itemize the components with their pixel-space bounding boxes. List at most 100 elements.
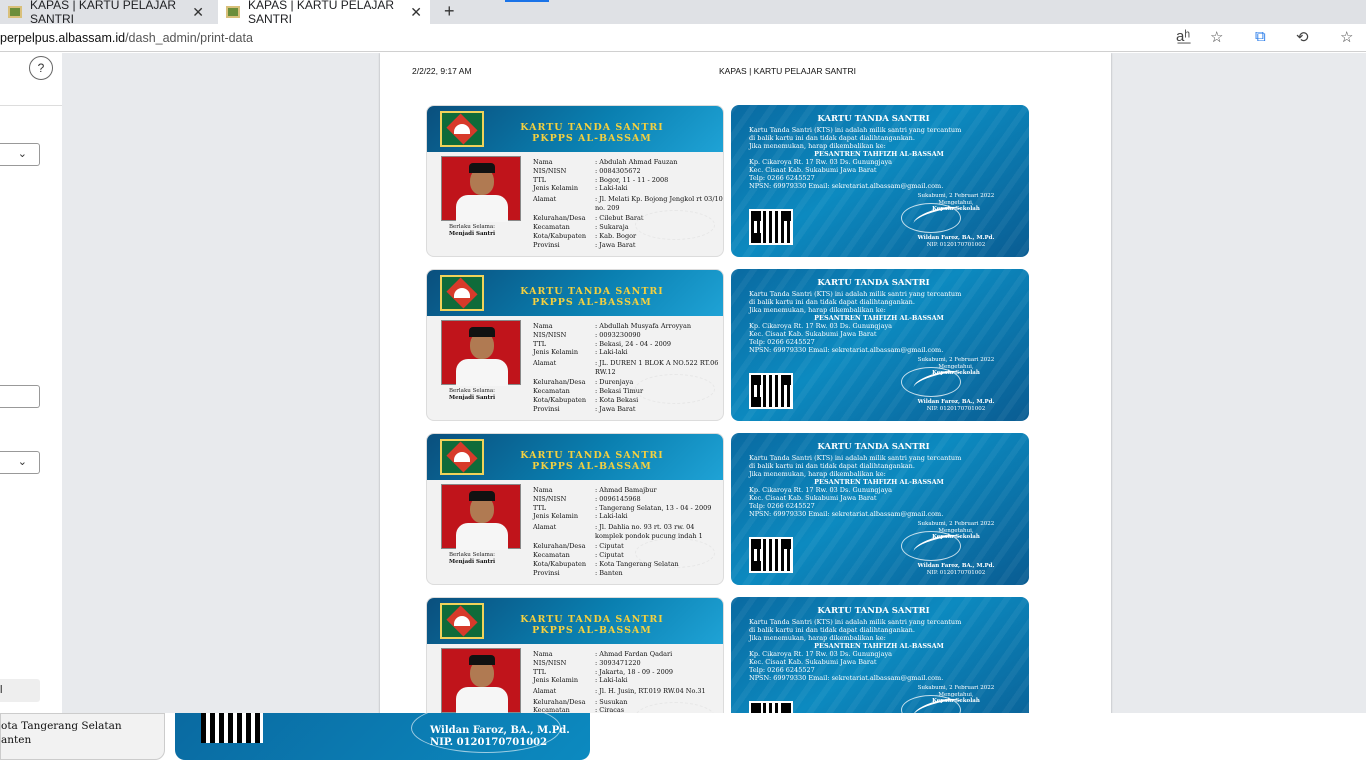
qr-code-icon: [749, 701, 793, 713]
signer-name: Wildan Faroz, BA., M.Pd.: [917, 235, 995, 241]
back-line: Jika menemukan, harap dikembalikan ke:: [749, 306, 886, 314]
student-card-front: KARTU TANDA SANTRI PKPPS AL-BASSAM Berla…: [426, 597, 724, 713]
info-row-alamat: Alamat: Jl. Melati Kp. Bojong Jengkol rt…: [533, 195, 723, 212]
read-aloud-icon[interactable]: a͟ʰ: [1176, 28, 1190, 45]
page-header-title: KAPAS | KARTU PELAJAR SANTRI: [719, 66, 856, 76]
watermark-icon: [635, 210, 715, 240]
info-value: : Bekasi, 24 - 04 - 2009: [595, 339, 671, 348]
chevron-down-icon: ⌄: [17, 456, 27, 468]
back-title: KARTU TANDA SANTRI: [817, 278, 930, 288]
pesantren-logo-icon: [440, 275, 484, 311]
card-subtitle: PKPPS AL-BASSAM: [532, 625, 652, 636]
print-button[interactable]: l: [0, 679, 40, 702]
student-card-back: KARTU TANDA SANTRI Kartu Tanda Santri (K…: [731, 105, 1029, 257]
signer: Wildan Faroz, BA., M.Pd. NIP. 0120170701…: [901, 563, 1011, 577]
info-row-nis: NIS/NISN: 0096145968: [533, 495, 723, 504]
preview-page: 2/2/22, 9:17 AM KAPAS | KARTU PELAJAR SA…: [380, 53, 1111, 713]
info-label: Kelurahan/Desa: [533, 214, 586, 223]
zoomed-card-front-fragment: ota Tangerang Selatan anten: [0, 713, 165, 760]
back-line: PESANTREN TAHFIZH AL-BASSAM: [814, 314, 944, 322]
favorites-icon[interactable]: ☆: [1340, 28, 1353, 46]
back-line: PESANTREN TAHFIZH AL-BASSAM: [814, 150, 944, 158]
info-label: Kelurahan/Desa: [533, 697, 586, 706]
tab-title: KAPAS | KARTU PELAJAR SANTRI: [248, 0, 395, 26]
browser-tab-1[interactable]: KAPAS | KARTU PELAJAR SANTRI ✕: [0, 0, 212, 26]
info-label: Alamat: [533, 359, 557, 368]
pages-input[interactable]: [0, 385, 40, 408]
new-tab-button[interactable]: +: [444, 1, 455, 22]
close-tab-icon[interactable]: ✕: [410, 4, 422, 21]
favorites-add-icon[interactable]: ☆: [1210, 28, 1223, 46]
student-photo: [441, 320, 521, 386]
info-label: Nama: [533, 650, 553, 658]
back-line: di balik kartu ini dan tidak dapat diali…: [749, 134, 915, 142]
card-title: KARTU TANDA SANTRI: [520, 614, 664, 625]
qr-code-icon: [201, 713, 263, 743]
back-line: Kec. Cisaat Kab. Sukabumi Jawa Barat: [749, 166, 877, 174]
info-label: TTL: [533, 339, 547, 348]
printer-select[interactable]: ⌄: [0, 143, 40, 166]
back-line: Kartu Tanda Santri (KTS) ini adalah mili…: [749, 618, 962, 626]
back-line: di balik kartu ini dan tidak dapat diali…: [749, 462, 915, 470]
back-text: Kartu Tanda Santri (KTS) ini adalah mili…: [749, 618, 1009, 682]
info-label: Alamat: [533, 195, 557, 204]
info-value: : Jl. Dahlia no. 93 rt. 03 rw. 04 komple…: [595, 523, 703, 540]
info-label: Kota/Kabupaten: [533, 559, 587, 568]
info-value: : Laki-laki: [595, 676, 628, 685]
info-label: Kecamatan: [533, 550, 570, 559]
info-label: Kecamatan: [533, 222, 570, 231]
back-line: Kartu Tanda Santri (KTS) ini adalah mili…: [749, 290, 962, 298]
chevron-down-icon: ⌄: [17, 148, 27, 160]
info-label: NIS/NISN: [533, 166, 567, 175]
student-photo: [441, 156, 521, 222]
collections-icon[interactable]: ⧉: [1255, 28, 1266, 45]
info-label: Nama: [533, 486, 553, 494]
info-row-nama: Nama: Abdulah Ahmad Fauzan: [533, 158, 723, 167]
qr-code-icon: [749, 537, 793, 573]
info-label: Kota/Kabupaten: [533, 231, 587, 240]
validity-value: Menjadi Santri: [449, 559, 496, 565]
info-label: Provinsi: [533, 240, 560, 249]
info-label: Provinsi: [533, 568, 560, 577]
info-value: : 0084305672: [595, 166, 641, 175]
info-value: : JL. DUREN 1 BLOK A NO.522 RT.06 RW.12: [595, 359, 719, 376]
info-label: Jenis Kelamin: [533, 348, 579, 357]
back-line: Kp. Cikaroya Rt. 17 Rw. 03 Ds. Gunungjay…: [749, 322, 892, 330]
extensions-icon[interactable]: ⟲: [1296, 28, 1309, 46]
browser-tab-2[interactable]: KAPAS | KARTU PELAJAR SANTRI ✕: [218, 0, 430, 26]
back-line: Telp: 0266 6245527: [749, 502, 815, 510]
info-label: Kota/Kabupaten: [533, 395, 587, 404]
info-row-ttl: TTL : Tangerang Selatan, 13 - 04 - 2009: [533, 504, 723, 513]
back-line: di balik kartu ini dan tidak dapat diali…: [749, 298, 915, 306]
signer-nip: NIP. 0120170701002: [926, 570, 986, 576]
info-label: Provinsi: [533, 404, 560, 413]
qr-code-icon: [749, 373, 793, 409]
layout-select[interactable]: ⌄: [0, 451, 40, 474]
info-label: Nama: [533, 158, 553, 166]
card-header: KARTU TANDA SANTRI PKPPS AL-BASSAM: [427, 106, 723, 152]
back-title: KARTU TANDA SANTRI: [817, 442, 930, 452]
url-field[interactable]: perpelpus.albassam.id/dash_admin/print-d…: [0, 31, 253, 45]
tab-indicator: [505, 0, 549, 2]
address-bar: perpelpus.albassam.id/dash_admin/print-d…: [0, 24, 1366, 52]
signer: Wildan Faroz, BA., M.Pd. NIP. 0120170701…: [901, 399, 1011, 413]
help-icon[interactable]: ?: [29, 56, 53, 80]
student-photo: [441, 484, 521, 550]
info-label: TTL: [533, 503, 547, 512]
info-value: : Tangerang Selatan, 13 - 04 - 2009: [595, 503, 712, 512]
info-row-alamat: Alamat: Jl. Dahlia no. 93 rt. 03 rw. 04 …: [533, 523, 723, 540]
info-row-ttl: TTL: Jakarta, 18 - 09 - 2009: [533, 668, 723, 677]
student-card-back: KARTU TANDA SANTRI Kartu Tanda Santri (K…: [731, 433, 1029, 585]
info-row-jk: Jenis Kelamin: Laki-laki: [533, 184, 723, 193]
info-value: : Ahmad Fardan Qadari: [595, 650, 673, 658]
info-value: : Jawa Barat: [595, 404, 636, 413]
info-row-ttl: TTL : Bekasi, 24 - 04 - 2009: [533, 340, 723, 349]
validity-value: Menjadi Santri: [449, 395, 496, 401]
info-value: : Jakarta, 18 - 09 - 2009: [595, 667, 674, 676]
back-line: Jika menemukan, harap dikembalikan ke:: [749, 470, 886, 478]
back-line: Kp. Cikaroya Rt. 17 Rw. 03 Ds. Gunungjay…: [749, 158, 892, 166]
info-row-prov: Provinsi: Jawa Barat: [533, 241, 723, 250]
close-tab-icon[interactable]: ✕: [192, 4, 204, 21]
back-line: Kec. Cisaat Kab. Sukabumi Jawa Barat: [749, 330, 877, 338]
back-line: Telp: 0266 6245527: [749, 338, 815, 346]
